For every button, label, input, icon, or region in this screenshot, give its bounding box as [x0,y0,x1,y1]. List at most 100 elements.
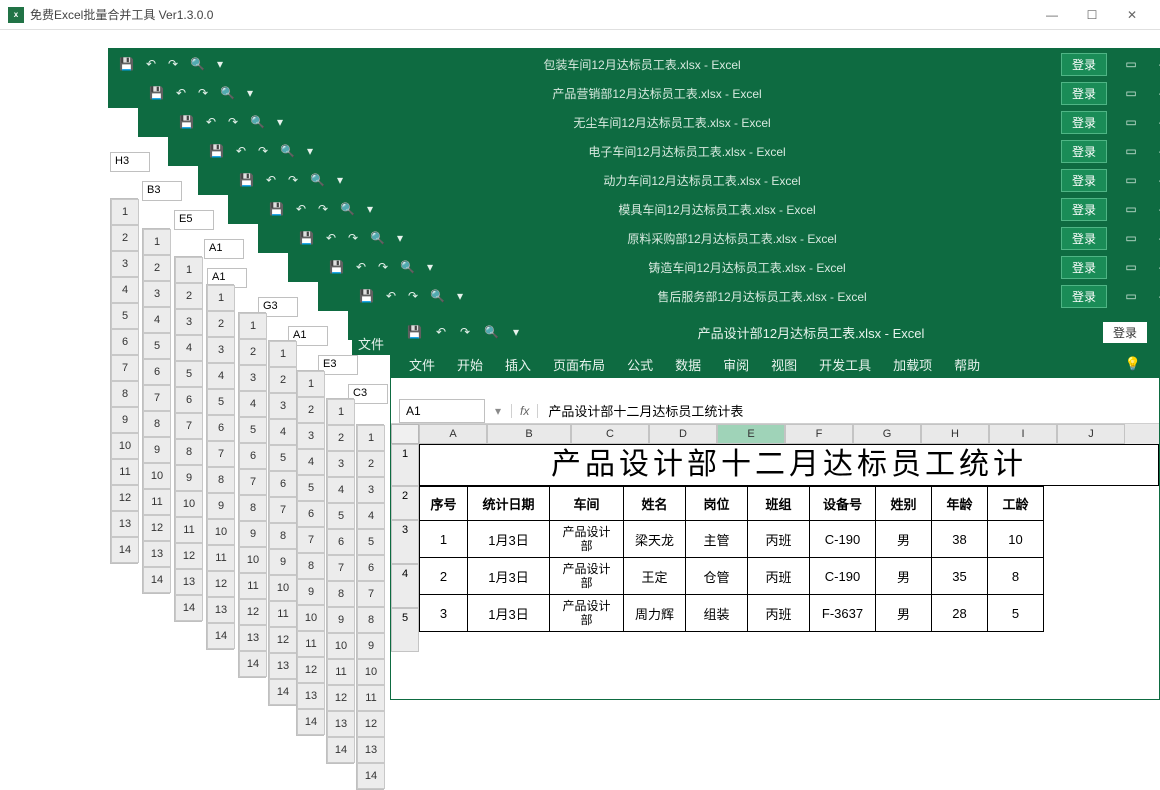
bg-row-num[interactable]: 11 [175,517,203,543]
ribbon-mode-icon[interactable]: ▭ [1121,202,1141,216]
table-cell[interactable]: 1月3日 [468,558,550,595]
undo-icon[interactable]: ↶ [296,202,306,216]
login-button[interactable]: 登录 [1061,140,1107,163]
redo-icon[interactable]: ↷ [288,173,298,187]
bg-row-num[interactable]: 1 [175,257,203,283]
minimize-icon[interactable]: — [1155,260,1160,274]
table-cell[interactable]: 1月3日 [468,521,550,558]
login-button[interactable]: 登录 [1061,198,1107,221]
table-cell[interactable]: 主管 [686,521,748,558]
bg-row-num[interactable]: 5 [327,503,355,529]
bg-row-num[interactable]: 11 [207,545,235,571]
bg-row-num[interactable]: 3 [269,393,297,419]
print-preview-icon[interactable]: 🔍 [220,86,235,100]
bg-row-num[interactable]: 11 [143,489,171,515]
col-B[interactable]: B [487,424,571,444]
print-preview-icon[interactable]: 🔍 [190,57,205,71]
login-button[interactable]: 登录 [1061,82,1107,105]
bg-row-num[interactable]: 10 [111,433,139,459]
bg-row-num[interactable]: 12 [143,515,171,541]
bg-row-num[interactable]: 7 [175,413,203,439]
qat-dropdown-icon[interactable]: ▾ [457,289,463,303]
undo-icon[interactable]: ↶ [356,260,366,274]
bg-row-num[interactable]: 9 [175,465,203,491]
bg-row-num[interactable]: 7 [111,355,139,381]
undo-icon[interactable]: ↶ [176,86,186,100]
tab-developer[interactable]: 开发工具 [819,355,871,374]
bg-row-num[interactable]: 3 [357,477,385,503]
bg-row-num[interactable]: 4 [207,363,235,389]
bg-row-num[interactable]: 11 [327,659,355,685]
print-preview-icon[interactable]: 🔍 [250,115,265,129]
table-cell[interactable]: 产品设计部 [550,558,624,595]
bg-row-num[interactable]: 10 [175,491,203,517]
bg-row-num[interactable]: 1 [239,313,267,339]
minimize-icon[interactable]: — [1155,173,1160,187]
table-cell[interactable]: 1 [420,521,468,558]
name-box-dropdown-icon[interactable]: ▾ [495,404,501,418]
bg-row-num[interactable]: 1 [143,229,171,255]
tab-addins[interactable]: 加载项 [893,355,932,374]
bg-row-num[interactable]: 3 [207,337,235,363]
bg-row-num[interactable]: 1 [357,425,385,451]
row-3[interactable]: 3 [391,520,419,564]
bg-row-num[interactable]: 14 [327,737,355,763]
bg-row-num[interactable]: 8 [357,607,385,633]
name-box[interactable] [399,399,485,423]
bg-row-num[interactable]: 11 [269,601,297,627]
bg-row-num[interactable]: 5 [357,529,385,555]
row-4[interactable]: 4 [391,564,419,608]
bg-row-num[interactable]: 1 [297,371,325,397]
redo-icon[interactable]: ↷ [168,57,178,71]
undo-icon[interactable]: ↶ [236,144,246,158]
bg-row-num[interactable]: 14 [207,623,235,649]
bg-row-num[interactable]: 9 [327,607,355,633]
ribbon-mode-icon[interactable]: ▭ [1121,144,1141,158]
bg-row-num[interactable]: 11 [239,573,267,599]
print-preview-icon[interactable]: 🔍 [310,173,325,187]
close-button[interactable]: ✕ [1112,0,1152,30]
table-cell[interactable]: 仓管 [686,558,748,595]
bg-row-num[interactable]: 7 [327,555,355,581]
bg-row-num[interactable]: 6 [327,529,355,555]
bg-row-num[interactable]: 6 [269,471,297,497]
bg-row-num[interactable]: 3 [297,423,325,449]
ribbon-mode-icon[interactable]: ▭ [1121,260,1141,274]
bg-row-num[interactable]: 12 [175,543,203,569]
bg-row-num[interactable]: 6 [357,555,385,581]
bg-row-num[interactable]: 7 [297,527,325,553]
bg-row-num[interactable]: 11 [111,459,139,485]
bg-row-num[interactable]: 4 [239,391,267,417]
bg-row-num[interactable]: 10 [269,575,297,601]
bg-row-num[interactable]: 7 [269,497,297,523]
formula-value[interactable]: 产品设计部十二月达标员工统计表 [538,401,1159,420]
select-all-triangle[interactable] [391,424,419,444]
bg-row-num[interactable]: 14 [111,537,139,563]
row-2[interactable]: 2 [391,486,419,520]
bg-row-num[interactable]: 5 [297,475,325,501]
bg-row-num[interactable]: 3 [327,451,355,477]
bg-row-num[interactable]: 5 [175,361,203,387]
undo-icon[interactable]: ↶ [146,57,156,71]
bg-row-num[interactable]: 13 [239,625,267,651]
fx-icon[interactable]: fx [511,404,538,418]
save-icon[interactable]: 💾 [239,173,254,187]
minimize-icon[interactable]: — [1155,202,1160,216]
redo-icon[interactable]: ↷ [348,231,358,245]
bg-row-num[interactable]: 13 [269,653,297,679]
bg-row-num[interactable]: 2 [297,397,325,423]
minimize-icon[interactable]: — [1155,57,1160,71]
tab-home[interactable]: 开始 [457,355,483,374]
redo-icon[interactable]: ↷ [318,202,328,216]
save-icon[interactable]: 💾 [359,289,374,303]
minimize-button[interactable]: — [1032,0,1072,30]
bg-row-num[interactable]: 7 [357,581,385,607]
bg-row-num[interactable]: 3 [239,365,267,391]
col-H[interactable]: H [921,424,989,444]
login-button[interactable]: 登录 [1061,111,1107,134]
save-icon[interactable]: 💾 [407,325,422,339]
table-cell[interactable]: 王定 [624,558,686,595]
bg-row-num[interactable]: 1 [327,399,355,425]
col-D[interactable]: D [649,424,717,444]
bg-row-num[interactable]: 14 [357,763,385,789]
